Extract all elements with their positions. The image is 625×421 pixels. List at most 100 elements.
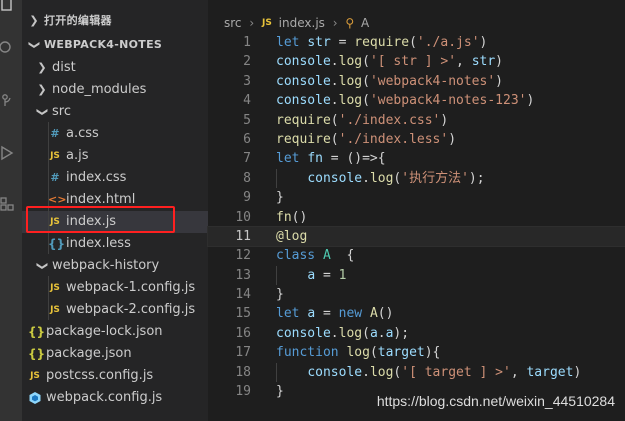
code-line[interactable]: 17 function log(target){	[208, 343, 625, 362]
code-editor[interactable]: src › JS index.js › ⚲ A 1 let str = requi…	[207, 0, 625, 421]
code-text: let str = require('./a.js')	[276, 35, 488, 50]
code-line[interactable]: 9}	[208, 188, 625, 207]
line-number: 3	[243, 73, 251, 89]
project-section[interactable]: ❯ WEBPACK4-NOTES	[22, 34, 208, 56]
code-text: console.log(a.a);	[276, 325, 410, 341]
less-file-icon: {}	[48, 237, 66, 251]
line-number: 15	[235, 306, 251, 322]
line-number: 16	[235, 325, 251, 341]
folder-item[interactable]: ❯ src	[22, 101, 208, 123]
tree-item-label: node_modules	[52, 82, 147, 97]
indent-guide	[48, 122, 49, 254]
chevron-right-icon: ›	[332, 16, 338, 30]
code-text: let fn = ()=>{	[276, 151, 386, 167]
chevron-down-icon: ❯	[28, 40, 41, 50]
code-text: let a = new A()	[276, 306, 394, 322]
breadcrumb-symbol[interactable]: A	[361, 14, 369, 32]
run-debug-icon[interactable]	[0, 145, 16, 161]
breadcrumb-file[interactable]: index.js	[279, 14, 325, 32]
tree-item-label: webpack-history	[52, 258, 160, 273]
folder-item[interactable]: ❯ node_modules	[22, 79, 208, 101]
tree-item-label: index.less	[66, 236, 131, 251]
file-item[interactable]: {} package.json	[22, 343, 208, 365]
code-area[interactable]: 1 let str = require('./a.js') 2 console.log…	[207, 33, 625, 401]
activity-bar	[0, 0, 22, 421]
file-item[interactable]: JS a.js	[22, 145, 208, 167]
extensions-icon[interactable]	[0, 196, 16, 212]
source-control-icon[interactable]	[0, 93, 16, 109]
code-text: require('./index.css')	[276, 112, 449, 128]
line-number: 1	[243, 35, 251, 50]
tree-item-label: index.css	[66, 170, 127, 185]
code-text: a = 1	[307, 267, 347, 283]
code-line[interactable]: 18 console.log('[ target ] >', target)	[208, 362, 625, 383]
chevron-down-icon: ❯	[36, 107, 49, 117]
code-line[interactable]: 7 let fn = ()=>{	[208, 149, 625, 168]
tree-item-label: package.json	[46, 346, 132, 361]
js-file-icon: JS	[50, 283, 60, 293]
search-icon[interactable]	[0, 40, 16, 56]
code-line[interactable]: 3 console.log('webpack4-notes')	[208, 72, 625, 91]
files-icon[interactable]	[0, 0, 16, 16]
code-line[interactable]: 15 let a = new A()	[208, 304, 625, 323]
code-text: @log	[276, 228, 308, 244]
folder-item[interactable]: ❯ dist	[22, 57, 208, 79]
file-item[interactable]: JS webpack-2.config.js	[22, 299, 208, 321]
line-number: 9	[243, 190, 251, 206]
code-line[interactable]: 4 console.log('webpack4-notes-123')	[208, 91, 625, 110]
file-item[interactable]: # index.css	[22, 167, 208, 189]
code-line[interactable]: 6 require('./index.less')	[208, 130, 625, 149]
file-item[interactable]: webpack.config.js	[22, 387, 208, 409]
breadcrumb-folder[interactable]: src	[224, 14, 242, 32]
chevron-right-icon: ❯	[37, 83, 47, 96]
css-file-icon: #	[50, 127, 60, 140]
code-line[interactable]: 1 let str = require('./a.js')	[208, 33, 625, 52]
tree-item-label: src	[52, 104, 71, 119]
code-line[interactable]: 14}	[208, 285, 625, 304]
project-label: WEBPACK4-NOTES	[44, 38, 163, 51]
js-file-icon: JS	[30, 371, 40, 381]
js-file-icon: JS	[50, 305, 60, 315]
folder-item[interactable]: ❯ webpack-history	[22, 255, 208, 277]
css-file-icon: #	[50, 171, 60, 184]
code-line[interactable]: 8 console.log('执行方法');	[208, 168, 625, 189]
file-item[interactable]: JS postcss.config.js	[22, 365, 208, 387]
code-line[interactable]: 2 console.log('[ str ] >', str)	[208, 52, 625, 71]
tree-item-label: postcss.config.js	[46, 368, 154, 383]
file-item[interactable]: {} package-lock.json	[22, 321, 208, 343]
code-line[interactable]: 13 a = 1	[208, 265, 625, 286]
line-number: 11	[235, 228, 251, 244]
tree-item-label: webpack.config.js	[46, 390, 163, 405]
line-number: 10	[235, 209, 251, 225]
code-text: console.log('[ target ] >', target)	[307, 364, 582, 380]
line-number: 8	[243, 170, 251, 186]
open-editors-section[interactable]: ❯ 打开的编辑器	[22, 10, 208, 32]
code-line[interactable]: 10 fn()	[208, 208, 625, 227]
file-item[interactable]: JS webpack-1.config.js	[22, 277, 208, 299]
code-line[interactable]: 5 require('./index.css')	[208, 111, 625, 130]
code-text: }	[276, 384, 284, 400]
code-text: console.log('[ str ] >', str)	[276, 54, 503, 70]
line-number: 6	[243, 131, 251, 147]
code-text: function log(target){	[276, 345, 441, 361]
line-number: 2	[243, 54, 251, 70]
line-number: 5	[243, 112, 251, 128]
line-number: 13	[235, 267, 251, 283]
highlight-index-js	[26, 206, 175, 233]
tree-item-label: a.css	[66, 126, 99, 141]
file-item[interactable]: {} index.less	[22, 233, 208, 255]
tree-item-label: webpack-2.config.js	[66, 302, 196, 317]
code-text: console.log('webpack4-notes')	[276, 73, 503, 89]
code-line[interactable]: 16 console.log(a.a);	[208, 324, 625, 343]
json-file-icon: {}	[28, 325, 46, 339]
class-symbol-icon: ⚲	[345, 16, 355, 30]
line-number: 17	[235, 345, 251, 361]
line-number: 12	[235, 248, 251, 264]
code-line[interactable]: 11 @log	[207, 225, 625, 248]
code-text: console.log('webpack4-notes-123')	[276, 93, 535, 109]
js-file-icon: JS	[50, 151, 60, 161]
file-item[interactable]: # a.css	[22, 123, 208, 145]
code-line[interactable]: 12 class A {	[208, 246, 625, 265]
tree-item-label: a.js	[66, 148, 89, 163]
code-text: require('./index.less')	[276, 131, 457, 147]
